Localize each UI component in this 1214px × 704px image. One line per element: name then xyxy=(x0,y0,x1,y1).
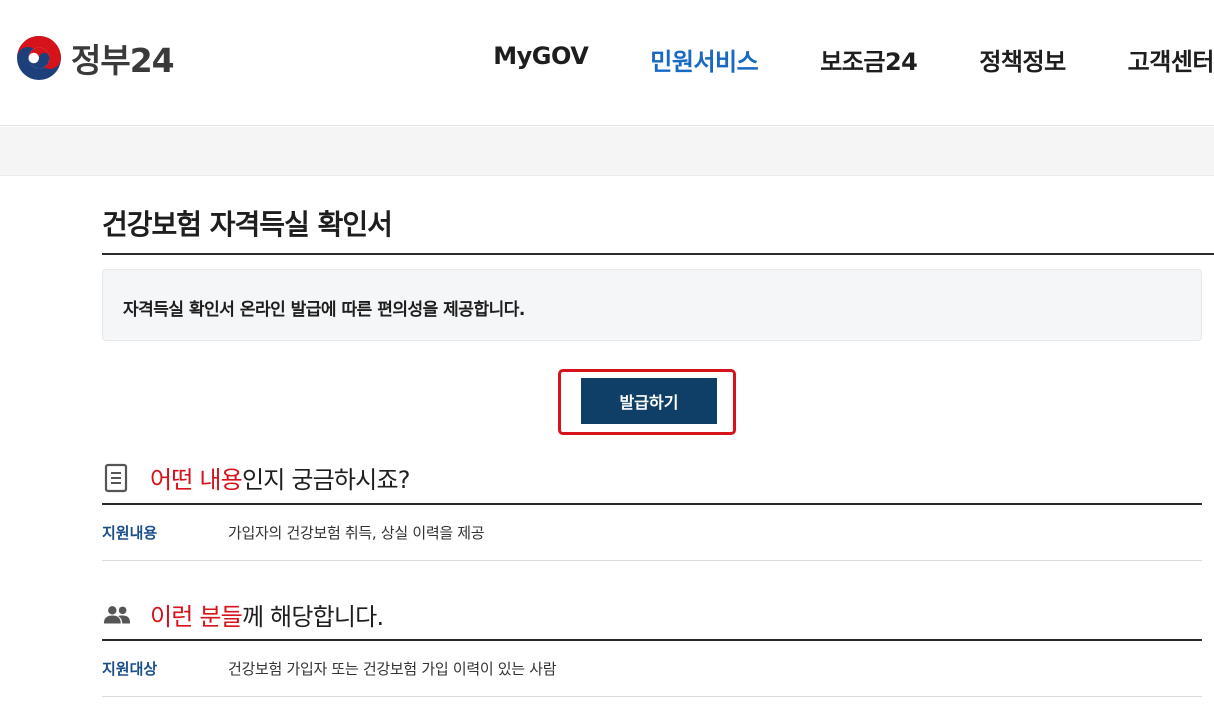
site-header: 정부24 MyGOV 민원서비스 보조금24 정책정보 고객센터 xyxy=(0,0,1214,126)
nav-policy-info[interactable]: 정책정보 xyxy=(979,42,1066,77)
document-icon xyxy=(102,463,132,493)
row-value: 건강보험 가입자 또는 건강보험 가입 이력이 있는 사람 xyxy=(228,660,557,678)
taegeuk-emblem-icon xyxy=(17,36,61,80)
info-row: 지원내용 가입자의 건강보험 취득, 상실 이력을 제공 xyxy=(102,505,1202,561)
site-logo[interactable]: 정부24 xyxy=(15,34,175,82)
section-title: 어떤 내용인지 궁금하시죠? xyxy=(150,460,410,495)
logo-text: 정부24 xyxy=(71,41,175,80)
info-row: 지원대상 건강보험 가입자 또는 건강보험 가입 이력이 있는 사람 xyxy=(102,641,1202,697)
main-navigation: MyGOV 민원서비스 보조금24 정책정보 고객센터 xyxy=(431,42,1214,77)
issue-button[interactable]: 발급하기 xyxy=(581,378,717,424)
title-divider xyxy=(102,253,1214,255)
nav-mygov[interactable]: MyGOV xyxy=(493,42,589,77)
people-icon xyxy=(102,600,132,630)
service-description-box: 자격득실 확인서 온라인 발급에 따른 편의성을 제공합니다. xyxy=(102,269,1202,341)
page-title: 건강보험 자격득실 확인서 xyxy=(102,208,393,241)
section-target-heading: 이런 분들께 해당합니다. xyxy=(102,597,384,632)
service-description: 자격득실 확인서 온라인 발급에 따른 편의성을 제공합니다. xyxy=(123,300,525,320)
nav-civil-services[interactable]: 민원서비스 xyxy=(650,42,758,77)
nav-customer-center[interactable]: 고객센터 xyxy=(1128,42,1214,77)
section-content-heading: 어떤 내용인지 궁금하시죠? xyxy=(102,460,410,495)
row-label: 지원대상 xyxy=(102,660,158,678)
breadcrumb-band xyxy=(0,127,1214,176)
row-value: 가입자의 건강보험 취득, 상실 이력을 제공 xyxy=(228,524,485,542)
section-title-highlight: 이런 분들 xyxy=(150,603,243,631)
section-title-rest: 께 해당합니다. xyxy=(241,603,384,631)
nav-subsidy24[interactable]: 보조금24 xyxy=(820,42,918,77)
section-title-highlight: 어떤 내용 xyxy=(150,466,243,494)
section-title: 이런 분들께 해당합니다. xyxy=(150,597,384,632)
row-label: 지원내용 xyxy=(102,524,158,542)
section-title-rest: 인지 궁금하시죠? xyxy=(241,466,411,494)
